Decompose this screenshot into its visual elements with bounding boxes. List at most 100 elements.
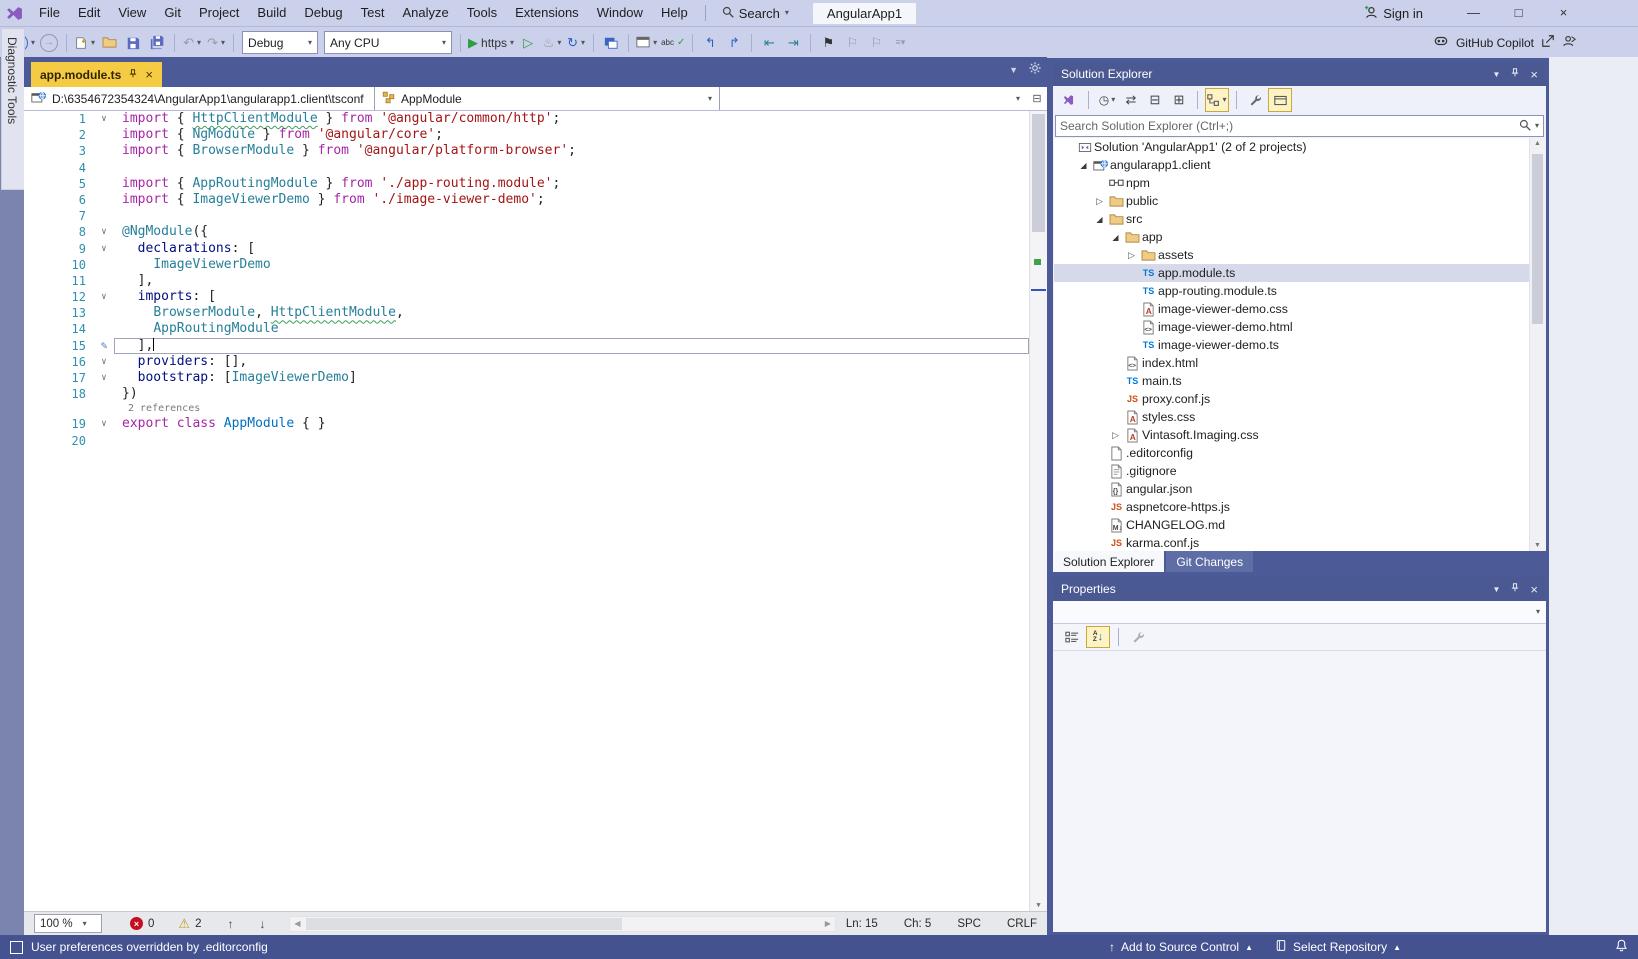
live-share-icon[interactable] [1562,34,1576,51]
tree-item-proxy.conf.js[interactable]: JSproxy.conf.js [1054,390,1545,408]
expander-closed-icon[interactable]: ▷ [1092,196,1107,207]
code-line-8[interactable]: 8∨@NgModule({ [24,224,1047,240]
menu-item-test[interactable]: Test [352,0,394,26]
error-icon[interactable]: × [130,917,143,930]
tree-item-aspnetcore-https.js[interactable]: JSaspnetcore-https.js [1054,498,1545,516]
expander-open-icon[interactable]: ◢ [1108,233,1123,242]
menu-item-build[interactable]: Build [248,0,295,26]
scroll-left-icon[interactable]: ◀ [290,919,304,928]
switch-views-icon[interactable] [1059,89,1081,111]
tree-item-changelog.md[interactable]: M↓CHANGELOG.md [1054,516,1545,534]
solution-platform-dropdown[interactable]: Any CPU▾ [324,31,452,54]
tree-item-assets[interactable]: ▷assets [1054,246,1545,264]
preview-selected-items-icon[interactable] [1268,88,1292,112]
code-line-15[interactable]: 15✎ ], [24,338,1047,354]
close-panel-icon[interactable]: × [1530,582,1538,597]
line-indicator[interactable]: Ln: 15 [846,918,878,930]
code-line-1[interactable]: 1∨import { HttpClientModule } from '@ang… [24,111,1047,127]
menu-item-tools[interactable]: Tools [458,0,506,26]
diagnostic-tools-tab[interactable]: Diagnostic Tools [1,28,25,190]
tree-item-app[interactable]: ◢app [1054,228,1545,246]
pending-changes-filter-icon[interactable]: ◷▾ [1096,89,1118,111]
tab-close-icon[interactable]: × [145,67,153,82]
start-without-debugging-button[interactable]: ▷ [516,31,540,55]
tree-item-styles.css[interactable]: Astyles.css [1054,408,1545,426]
close-panel-icon[interactable]: × [1530,67,1538,82]
fold-collapse-icon[interactable]: ∨ [94,241,114,257]
warning-count[interactable]: 2 [195,918,201,930]
scroll-right-icon[interactable]: ▶ [821,919,835,928]
solution-explorer-header[interactable]: Solution Explorer ▼ × [1053,62,1546,86]
project-dropdown[interactable]: D:\6354672354324\AngularApp1\angularapp1… [24,87,375,110]
solution-search-input[interactable]: Search Solution Explorer (Ctrl+;) ▾ [1055,115,1544,137]
github-copilot-label[interactable]: GitHub Copilot [1456,36,1534,50]
categorized-view-icon[interactable] [1061,627,1083,647]
tree-item-image-viewer-demo.css[interactable]: Aimage-viewer-demo.css [1054,300,1545,318]
search-icon[interactable] [1519,119,1531,134]
send-feedback-icon[interactable] [1541,34,1555,51]
tab-app-module-ts[interactable]: app.module.ts × [31,62,162,87]
code-line-19[interactable]: 19∨export class AppModule { } [24,416,1047,432]
tree-item-npm[interactable]: npm [1054,174,1545,192]
search-options-icon[interactable]: ▾ [1535,122,1539,130]
auto-hide-pin-icon[interactable] [1510,67,1520,81]
tree-vertical-scrollbar[interactable]: ▲ ▼ [1529,138,1545,551]
code-editor[interactable]: 1∨import { HttpClientModule } from '@ang… [24,111,1047,911]
navigate-backward-code-icon[interactable]: ↰ [698,31,722,55]
file-nesting-icon[interactable]: ▾ [1205,88,1229,112]
code-line-18[interactable]: 18}) [24,386,1047,402]
code-line-17[interactable]: 17∨ bootstrap: [ImageViewerDemo] [24,370,1047,386]
navigate-forward-button[interactable]: → [37,31,61,55]
tree-item-index.html[interactable]: <>index.html [1054,354,1545,372]
type-dropdown[interactable]: AppModule ▾ [375,87,720,110]
menu-item-git[interactable]: Git [155,0,190,26]
tree-item-karma.conf.js[interactable]: JSkarma.conf.js [1054,534,1545,551]
code-line-11[interactable]: 11 ], [24,273,1047,289]
tree-item-image-viewer-demo.ts[interactable]: TSimage-viewer-demo.ts [1054,336,1545,354]
line-ending-indicator[interactable]: CRLF [1007,918,1037,930]
navigate-forward-code-icon[interactable]: ↱ [722,31,746,55]
error-count[interactable]: 0 [148,918,154,930]
menu-item-help[interactable]: Help [652,0,697,26]
browser-link-button[interactable] [599,31,623,55]
save-button[interactable] [121,31,145,55]
codelens-references[interactable]: 2 references [24,402,1047,416]
code-line-7[interactable]: 7 [24,208,1047,224]
editor-vertical-scrollbar[interactable]: ▼ [1029,111,1047,911]
toolbar-overflow-button[interactable]: ≡▾ [888,31,912,55]
split-editor-button[interactable]: ⊟ [1027,87,1047,110]
preview-in-browser-button[interactable]: ▾ [634,31,659,55]
tab-list-dropdown-icon[interactable]: ▼ [1009,65,1018,75]
solution-name-badge[interactable]: AngularApp1 [813,3,916,24]
menu-item-extensions[interactable]: Extensions [506,0,588,26]
expander-closed-icon[interactable]: ▷ [1124,250,1139,261]
menu-item-debug[interactable]: Debug [295,0,351,26]
menu-item-view[interactable]: View [109,0,155,26]
tree-item-.gitignore[interactable]: .gitignore [1054,462,1545,480]
previous-bookmark-button[interactable]: ⚐ [840,31,864,55]
window-position-icon[interactable]: ▼ [1492,585,1500,594]
scroll-down-icon[interactable]: ▼ [1530,542,1545,549]
expander-open-icon[interactable]: ◢ [1076,161,1091,170]
auto-hide-pin-icon[interactable] [1510,582,1520,596]
search-button[interactable]: Search ▾ [714,6,797,21]
code-line-5[interactable]: 5import { AppRoutingModule } from './app… [24,176,1047,192]
menu-item-analyze[interactable]: Analyze [393,0,457,26]
increase-indent-icon[interactable]: ⇥ [781,31,805,55]
tree-item-vintasoft.imaging.css[interactable]: ▷AVintasoft.Imaging.css [1054,426,1545,444]
fold-collapse-icon[interactable]: ∨ [94,416,114,432]
code-line-20[interactable]: 20 [24,433,1047,449]
scroll-down-icon[interactable]: ▼ [1030,901,1047,909]
scroll-up-icon[interactable]: ▲ [1530,140,1545,147]
options-gear-icon[interactable] [1029,61,1041,79]
tab-solution-explorer[interactable]: Solution Explorer [1053,551,1164,572]
spaces-indicator[interactable]: SPC [957,918,981,930]
tree-item-.editorconfig[interactable]: .editorconfig [1054,444,1545,462]
expander-open-icon[interactable]: ◢ [1092,215,1107,224]
code-line-12[interactable]: 12∨ imports: [ [24,289,1047,305]
decrease-indent-icon[interactable]: ⇤ [757,31,781,55]
save-all-button[interactable] [145,31,169,55]
zoom-level-dropdown[interactable]: 100 %▾ [34,914,102,933]
window-position-icon[interactable]: ▼ [1492,70,1500,79]
solution-configuration-dropdown[interactable]: Debug▾ [242,31,318,54]
